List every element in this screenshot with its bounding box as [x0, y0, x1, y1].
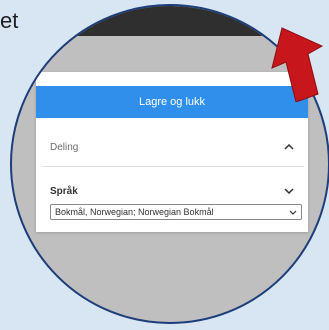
- language-section-header[interactable]: Språk: [50, 182, 296, 200]
- select-caret-icon: [289, 207, 297, 217]
- red-arrow-icon: [271, 27, 324, 102]
- language-select-value: Bokmål, Norwegian; Norwegian Bokmål: [55, 207, 214, 217]
- chevron-up-icon[interactable]: [282, 140, 296, 154]
- divider: [42, 166, 304, 167]
- chevron-down-icon[interactable]: [282, 184, 296, 198]
- sharing-label: Deling: [50, 141, 79, 153]
- sharing-section-header[interactable]: Deling: [50, 138, 296, 156]
- language-label: Språk: [50, 185, 78, 197]
- language-select[interactable]: Bokmål, Norwegian; Norwegian Bokmål: [50, 204, 302, 220]
